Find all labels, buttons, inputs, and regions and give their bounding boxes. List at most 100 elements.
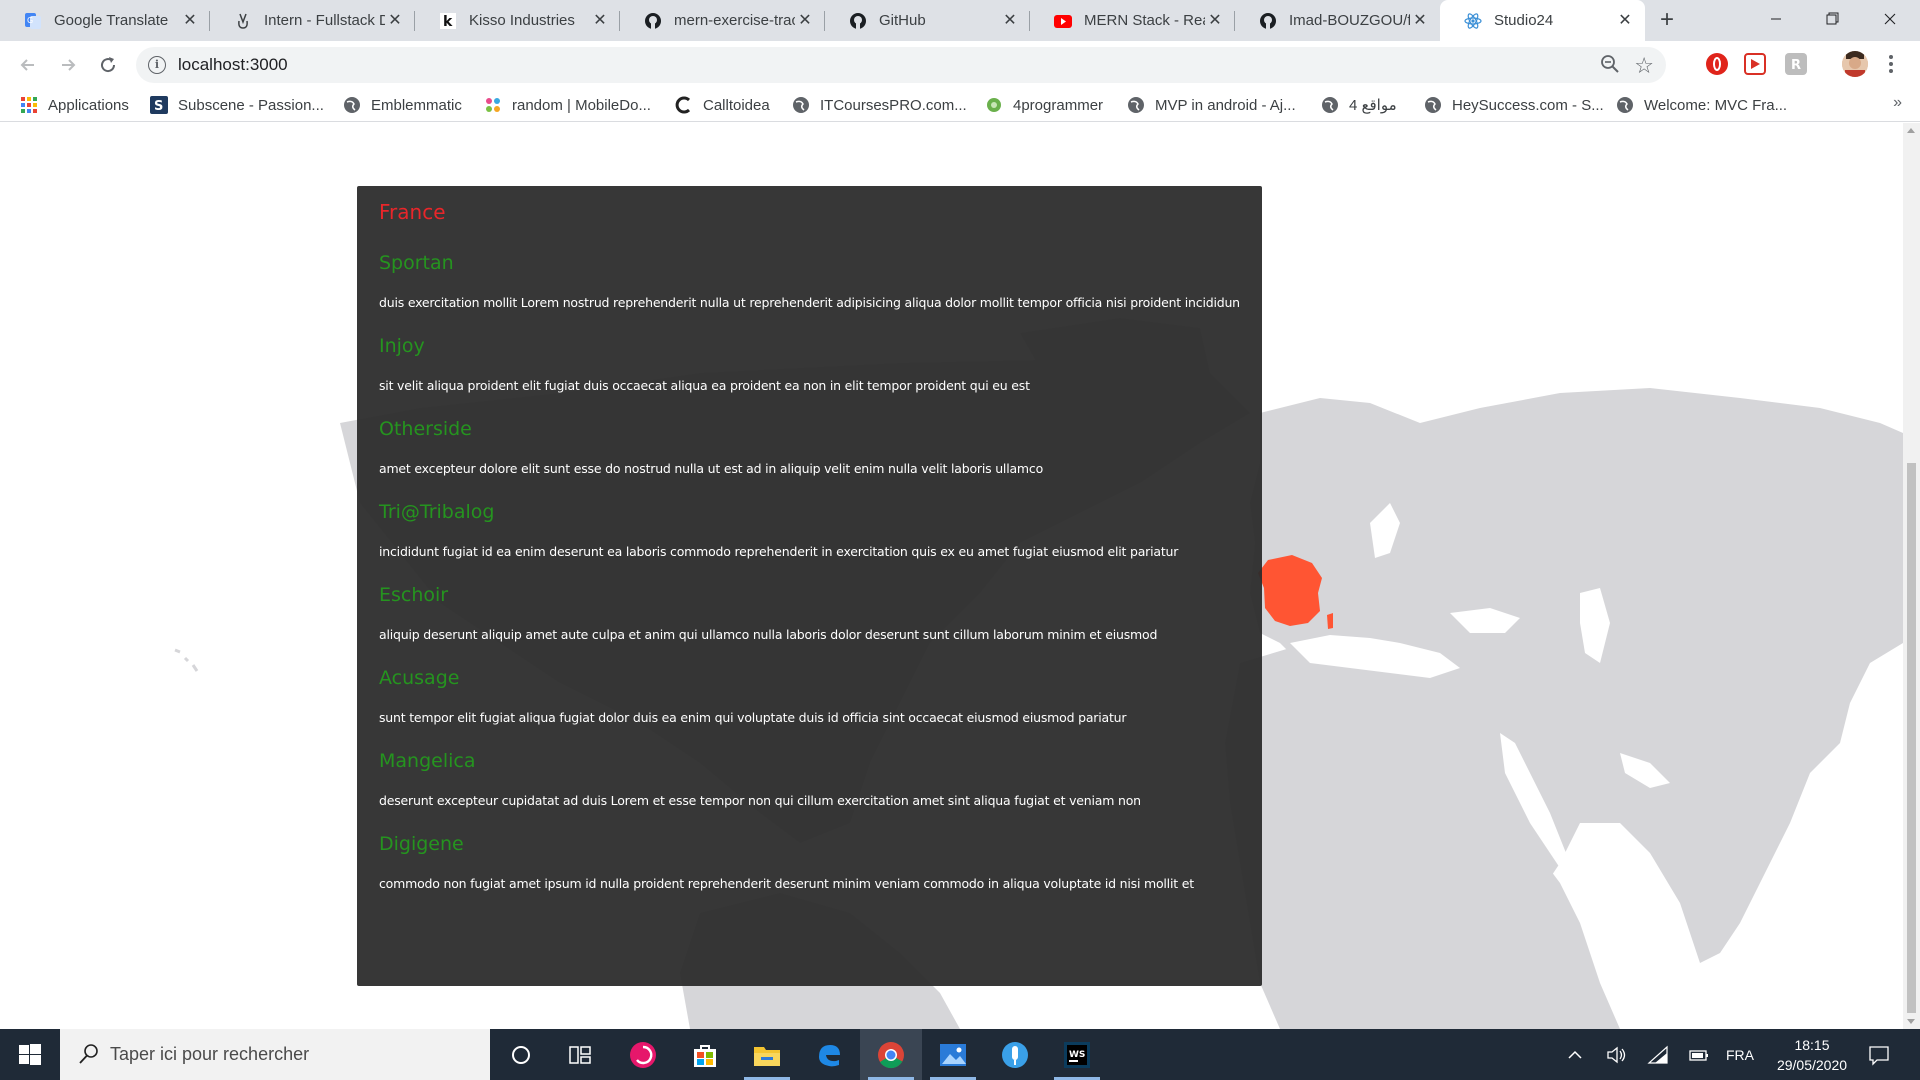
notifications-icon[interactable]: [1868, 1029, 1890, 1080]
company-name: Sportan: [379, 252, 454, 274]
close-icon[interactable]: ✕: [385, 11, 405, 31]
close-window-button[interactable]: [1860, 0, 1920, 41]
system-clock[interactable]: 18:15 29/05/2020: [1762, 1035, 1862, 1075]
edge-icon[interactable]: [798, 1029, 860, 1080]
webstorm-icon[interactable]: WS: [1046, 1029, 1108, 1080]
bookmark-mvp-android[interactable]: MVP in android - Aj...: [1127, 94, 1296, 116]
bookmark-mobiledo[interactable]: random | MobileDo...: [484, 94, 651, 116]
bookmark-itcoursespro[interactable]: ITCoursesPRO.com...: [792, 94, 967, 116]
youtube-icon: [1054, 12, 1072, 30]
back-arrow-icon: [20, 59, 34, 71]
bookmark-label: Subscene - Passion...: [178, 96, 324, 114]
github-icon: [849, 12, 867, 30]
scrollbar-thumb[interactable]: [1907, 463, 1916, 1013]
language-indicator[interactable]: FRA: [1726, 1029, 1754, 1080]
opera-vpn-extension-icon[interactable]: [1706, 53, 1728, 75]
tab-mern-stack[interactable]: MERN Stack - Reac ✕: [1030, 0, 1235, 41]
site-info-icon[interactable]: i: [148, 56, 166, 74]
tab-studio24[interactable]: Studio24 ✕: [1440, 0, 1645, 41]
bookmark-label: ITCoursesPRO.com...: [820, 96, 967, 114]
task-view-icon[interactable]: [549, 1029, 611, 1080]
close-icon[interactable]: ✕: [795, 11, 815, 31]
battery-icon[interactable]: [1688, 1029, 1710, 1080]
company-item: Acusage sunt tempor elit fugiat aliqua f…: [379, 665, 1240, 734]
bookmark-calltoidea[interactable]: Calltoidea: [675, 94, 770, 116]
scroll-up-arrow-icon[interactable]: [1907, 128, 1915, 133]
url-text[interactable]: localhost:3000: [178, 55, 288, 75]
map-corsica-highlight: [1327, 613, 1333, 629]
back-button[interactable]: [12, 49, 44, 81]
reload-button[interactable]: [92, 49, 124, 81]
cortana-icon[interactable]: [490, 1029, 552, 1080]
address-bar[interactable]: i localhost:3000 ☆: [136, 47, 1666, 83]
close-icon[interactable]: ✕: [1410, 11, 1430, 31]
bookmarks-overflow-button[interactable]: »: [1893, 94, 1902, 112]
tab-imad-bouzgou[interactable]: Imad-BOUZGOU/f ✕: [1235, 0, 1440, 41]
bookmark-4-sites[interactable]: مواقع 4: [1321, 94, 1397, 116]
app-red-icon[interactable]: [612, 1029, 674, 1080]
chevron-up-icon: [1568, 1050, 1582, 1059]
globe-icon: [792, 96, 810, 114]
reload-icon: [101, 57, 116, 73]
tab-mern-exercise[interactable]: mern-exercise-trac ✕: [620, 0, 825, 41]
volume-icon[interactable]: [1606, 1029, 1628, 1080]
react-icon: [1464, 12, 1482, 30]
page-viewport: France Sportan duis exercitation mollit …: [0, 123, 1903, 1029]
wifi-icon[interactable]: [1647, 1029, 1669, 1080]
forward-button[interactable]: [52, 49, 84, 81]
country-title: France: [379, 200, 446, 224]
close-icon[interactable]: ✕: [1615, 11, 1635, 31]
zoom-icon[interactable]: [1600, 54, 1620, 79]
tab-kisso[interactable]: k Kisso Industries ✕: [415, 0, 620, 41]
company-item: Otherside amet excepteur dolore elit sun…: [379, 416, 1240, 485]
company-item: Injoy sit velit aliqua proident elit fug…: [379, 333, 1240, 402]
start-button[interactable]: [0, 1029, 60, 1080]
bookmark-label: Emblemmatic: [371, 96, 462, 114]
scroll-down-arrow-icon[interactable]: [1907, 1019, 1915, 1024]
angellist-icon: [234, 12, 252, 30]
bookmark-heysuccess[interactable]: HeySuccess.com - S...: [1424, 94, 1604, 116]
chrome-icon[interactable]: [860, 1029, 922, 1080]
bookmark-label: 4programmer: [1013, 96, 1104, 114]
bookmark-mvc-framework[interactable]: Welcome: MVC Fra...: [1616, 94, 1787, 116]
r-extension-icon[interactable]: R: [1785, 53, 1807, 75]
tab-github[interactable]: GitHub ✕: [825, 0, 1030, 41]
close-icon[interactable]: ✕: [1205, 11, 1225, 31]
browser-menu-icon[interactable]: [1888, 53, 1894, 75]
close-icon[interactable]: ✕: [590, 11, 610, 31]
page-scrollbar[interactable]: [1903, 123, 1920, 1029]
tab-google-translate[interactable]: G Google Translate ✕: [0, 0, 210, 41]
store-icon[interactable]: [674, 1029, 736, 1080]
tab-title: Kisso Industries: [469, 12, 575, 29]
close-icon[interactable]: ✕: [1000, 11, 1020, 31]
bookmark-applications[interactable]: Applications: [20, 94, 129, 116]
svg-text:R: R: [1791, 58, 1801, 73]
company-description: commodo non fugiat amet ipsum id nulla p…: [379, 876, 1194, 891]
minimize-button[interactable]: [1748, 0, 1804, 41]
company-name: Otherside: [379, 418, 472, 440]
new-tab-button[interactable]: +: [1652, 6, 1682, 36]
tab-intern[interactable]: Intern - Fullstack D ✕: [210, 0, 415, 41]
map-hawaii: [174, 648, 199, 672]
close-icon[interactable]: ✕: [180, 11, 200, 31]
bookmark-subscene[interactable]: S Subscene - Passion...: [150, 94, 324, 116]
bookmark-emblemmatic[interactable]: Emblemmatic: [343, 94, 462, 116]
show-hidden-icons-button[interactable]: [1566, 1029, 1584, 1080]
bookmark-4programmer[interactable]: 4programmer: [985, 94, 1103, 116]
company-name: Digigene: [379, 833, 464, 855]
company-item: Digigene commodo non fugiat amet ipsum i…: [379, 831, 1240, 900]
bookmark-star-icon[interactable]: ☆: [1634, 53, 1654, 79]
company-description: incididunt fugiat id ea enim deserunt ea…: [379, 544, 1179, 559]
minimize-icon: [1771, 18, 1781, 20]
video-extension-icon[interactable]: [1744, 53, 1766, 75]
restore-button[interactable]: [1804, 0, 1860, 41]
windows-logo-icon: [19, 1043, 41, 1065]
google-translate-icon: G: [24, 12, 42, 30]
restore-icon: [1826, 12, 1839, 25]
app-blue-icon[interactable]: [984, 1029, 1046, 1080]
globe-icon: [1321, 96, 1339, 114]
profile-avatar[interactable]: [1842, 51, 1868, 77]
taskbar-search-box[interactable]: Taper ici pour rechercher: [60, 1029, 490, 1080]
file-explorer-icon[interactable]: [736, 1029, 798, 1080]
photos-icon[interactable]: [922, 1029, 984, 1080]
